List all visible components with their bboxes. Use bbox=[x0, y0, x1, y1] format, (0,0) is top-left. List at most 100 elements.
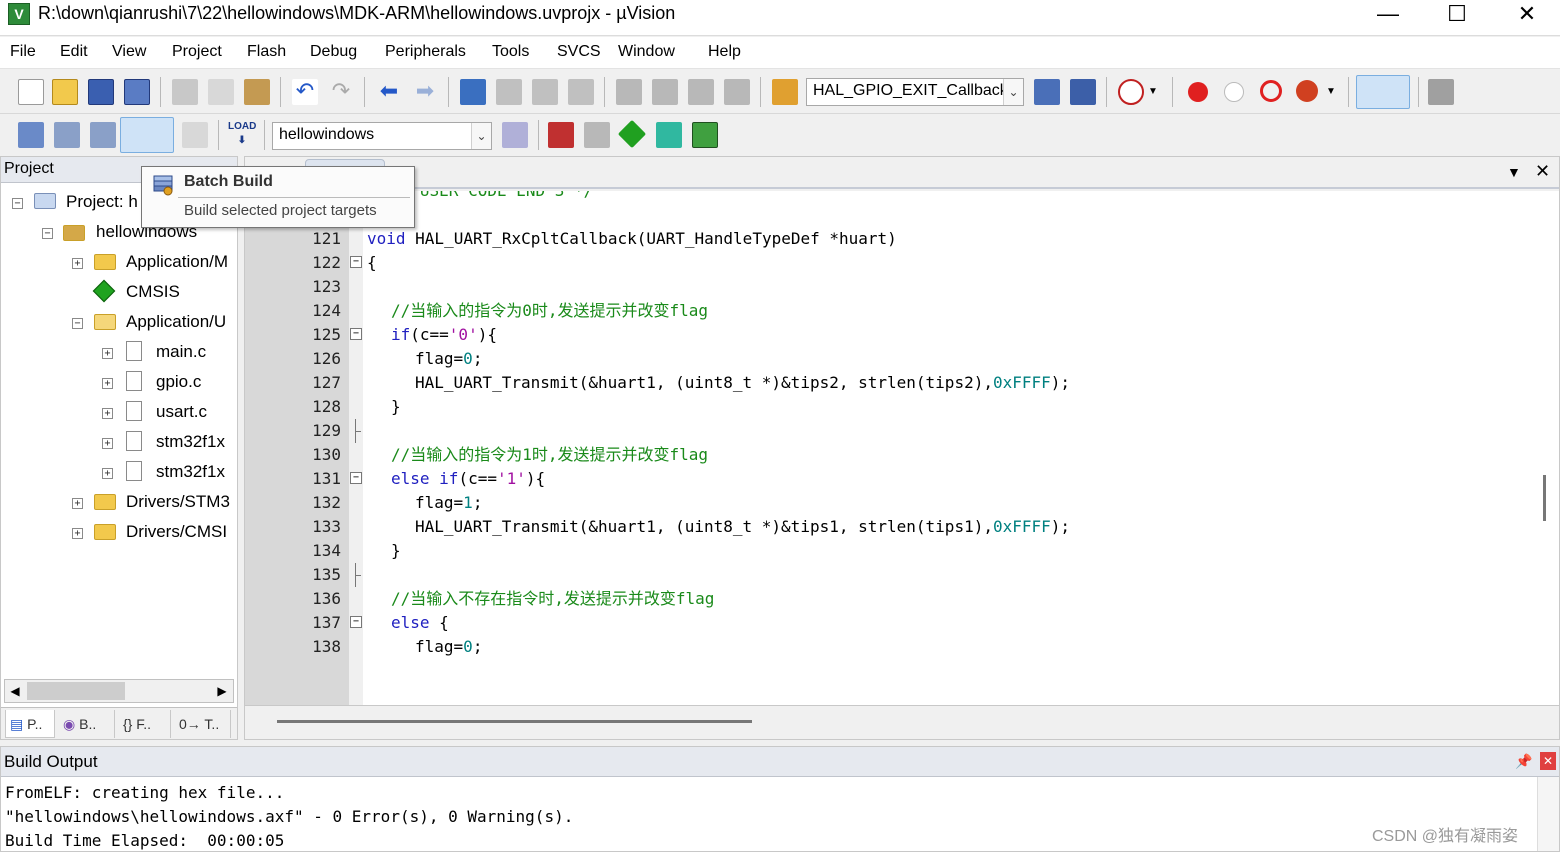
tree-item-cmsis[interactable]: CMSIS bbox=[126, 278, 180, 306]
select-packs-icon[interactable] bbox=[584, 122, 610, 148]
save-icon[interactable] bbox=[88, 79, 114, 105]
code-line[interactable]: else if(c=='1'){ bbox=[391, 467, 545, 491]
bookmark-next-icon[interactable] bbox=[532, 79, 558, 105]
collapse-toggle[interactable]: − bbox=[72, 318, 83, 329]
chevron-down-icon[interactable]: ▼ bbox=[1146, 79, 1160, 105]
menu-project[interactable]: Project bbox=[172, 43, 222, 61]
scroll-right-icon[interactable]: ▶ bbox=[213, 682, 231, 700]
project-horizontal-scrollbar[interactable]: ◀ ▶ bbox=[4, 679, 234, 703]
code-line[interactable]: flag=0; bbox=[415, 635, 482, 659]
editor-horizontal-scrollbar[interactable] bbox=[245, 705, 1559, 739]
navigate-back-icon[interactable]: ⬅ bbox=[376, 79, 402, 105]
bookmark-toggle-icon[interactable] bbox=[460, 79, 486, 105]
chevron-down-icon[interactable]: ▼ bbox=[1324, 79, 1338, 105]
expand-toggle[interactable]: + bbox=[102, 408, 113, 419]
tree-item-gpio-c[interactable]: gpio.c bbox=[156, 368, 201, 396]
menu-view[interactable]: View bbox=[112, 43, 146, 61]
target-combo[interactable]: hellowindows ⌄ bbox=[272, 122, 492, 150]
expand-toggle[interactable]: + bbox=[72, 498, 83, 509]
collapse-toggle[interactable]: − bbox=[12, 198, 23, 209]
find-in-files-icon[interactable] bbox=[772, 79, 798, 105]
expand-toggle[interactable]: + bbox=[102, 438, 113, 449]
chevron-down-icon[interactable]: ⌄ bbox=[471, 123, 491, 149]
menu-edit[interactable]: Edit bbox=[60, 43, 88, 61]
breakpoint-insert-icon[interactable] bbox=[1188, 82, 1208, 102]
tab-list-dropdown-icon[interactable]: ▼ bbox=[1507, 164, 1521, 180]
build-icon[interactable] bbox=[54, 122, 80, 148]
tree-item-drivers-stm32[interactable]: Drivers/STM3 bbox=[126, 488, 230, 516]
pin-icon[interactable]: 📌 bbox=[1515, 753, 1532, 770]
batch-build-button[interactable] bbox=[120, 117, 174, 153]
function-combo[interactable]: HAL_GPIO_EXIT_Callback ⌄ bbox=[806, 78, 1024, 106]
undo-icon[interactable]: ↶ bbox=[292, 79, 318, 105]
tree-item-project[interactable]: Project: h bbox=[66, 188, 138, 216]
open-folder-icon[interactable] bbox=[52, 79, 78, 105]
cube-mx-icon[interactable] bbox=[692, 122, 718, 148]
code-line[interactable]: flag=1; bbox=[415, 491, 482, 515]
scrollbar-thumb[interactable] bbox=[1543, 475, 1546, 521]
tab-templates[interactable]: 0→ T.. bbox=[175, 710, 231, 738]
download-load-icon[interactable]: LOAD ⬇ bbox=[228, 120, 256, 150]
comment-icon[interactable] bbox=[688, 79, 714, 105]
menu-flash[interactable]: Flash bbox=[247, 43, 286, 61]
rebuild-icon[interactable] bbox=[90, 122, 116, 148]
uncomment-icon[interactable] bbox=[724, 79, 750, 105]
breakpoint-disable-all-icon[interactable] bbox=[1260, 80, 1282, 102]
pack-installer-icon[interactable] bbox=[656, 122, 682, 148]
paste-icon[interactable] bbox=[244, 79, 270, 105]
tree-item-stm32f1xx-it[interactable]: stm32f1x bbox=[156, 428, 225, 456]
tree-item-application-user[interactable]: Application/U bbox=[126, 308, 226, 336]
fold-toggle-icon[interactable]: − bbox=[349, 323, 363, 347]
code-line[interactable]: } bbox=[391, 539, 401, 563]
scrollbar-thumb[interactable] bbox=[277, 720, 752, 723]
code-line[interactable]: { bbox=[367, 251, 377, 275]
indent-icon[interactable] bbox=[616, 79, 642, 105]
manage-run-time-environment-icon[interactable] bbox=[617, 119, 647, 149]
unindent-icon[interactable] bbox=[652, 79, 678, 105]
save-all-icon[interactable] bbox=[124, 79, 150, 105]
find-icon[interactable] bbox=[1034, 79, 1060, 105]
tab-books[interactable]: ◉ B.. bbox=[59, 710, 115, 738]
menu-help[interactable]: Help bbox=[708, 43, 741, 61]
new-file-icon[interactable] bbox=[18, 79, 44, 105]
chevron-down-icon[interactable]: ⌄ bbox=[1003, 79, 1023, 105]
expand-toggle[interactable]: + bbox=[72, 528, 83, 539]
bookmark-previous-icon[interactable] bbox=[496, 79, 522, 105]
expand-toggle[interactable]: + bbox=[72, 258, 83, 269]
breakpoint-enable-icon[interactable] bbox=[1224, 82, 1244, 102]
code-line[interactable]: else { bbox=[391, 611, 449, 635]
tree-item-application-mdk[interactable]: Application/M bbox=[126, 248, 228, 276]
code-line[interactable]: HAL_UART_Transmit(&huart1, (uint8_t *)&t… bbox=[415, 371, 1070, 395]
tab-functions[interactable]: {} F.. bbox=[119, 710, 171, 738]
tree-item-usart-c[interactable]: usart.c bbox=[156, 398, 207, 426]
tree-item-drivers-cmsis[interactable]: Drivers/CMSI bbox=[126, 518, 227, 546]
code-line[interactable]: //当输入不存在指令时,发送提示并改变flag bbox=[391, 587, 714, 611]
start-debug-icon[interactable] bbox=[1118, 79, 1144, 105]
translate-icon[interactable] bbox=[18, 122, 44, 148]
redo-icon[interactable]: ↷ bbox=[328, 79, 354, 105]
fold-toggle-icon[interactable]: − bbox=[349, 251, 363, 275]
minimize-button[interactable]: — bbox=[1353, 0, 1423, 30]
code-line[interactable]: if(c=='0'){ bbox=[391, 323, 497, 347]
editor-vertical-scrollbar[interactable] bbox=[1531, 191, 1559, 705]
menu-file[interactable]: File bbox=[10, 43, 36, 61]
code-line[interactable]: HAL_UART_Transmit(&huart1, (uint8_t *)&t… bbox=[415, 515, 1070, 539]
incremental-find-icon[interactable] bbox=[1070, 79, 1096, 105]
menu-peripherals[interactable]: Peripherals bbox=[385, 43, 466, 61]
code-line[interactable]: } bbox=[391, 395, 401, 419]
expand-toggle[interactable]: + bbox=[102, 468, 113, 479]
tree-item-stm32f1xx-msp[interactable]: stm32f1x bbox=[156, 458, 225, 486]
fold-toggle-icon[interactable]: − bbox=[349, 467, 363, 491]
tab-project[interactable]: ▤ P.. bbox=[5, 710, 55, 738]
collapse-toggle[interactable]: − bbox=[42, 228, 53, 239]
copy-icon[interactable] bbox=[208, 79, 234, 105]
code-editor[interactable]: /* USER CODE END 3 */} void HAL_UART_RxCp… bbox=[363, 191, 1531, 705]
close-editor-icon[interactable]: ✕ bbox=[1535, 161, 1550, 182]
scroll-left-icon[interactable]: ◀ bbox=[6, 682, 24, 700]
close-icon[interactable]: ✕ bbox=[1540, 752, 1556, 770]
expand-toggle[interactable]: + bbox=[102, 348, 113, 359]
menu-debug[interactable]: Debug bbox=[310, 43, 357, 61]
manage-project-items-icon[interactable] bbox=[548, 122, 574, 148]
code-line[interactable]: flag=0; bbox=[415, 347, 482, 371]
navigate-forward-icon[interactable]: ➡ bbox=[412, 79, 438, 105]
